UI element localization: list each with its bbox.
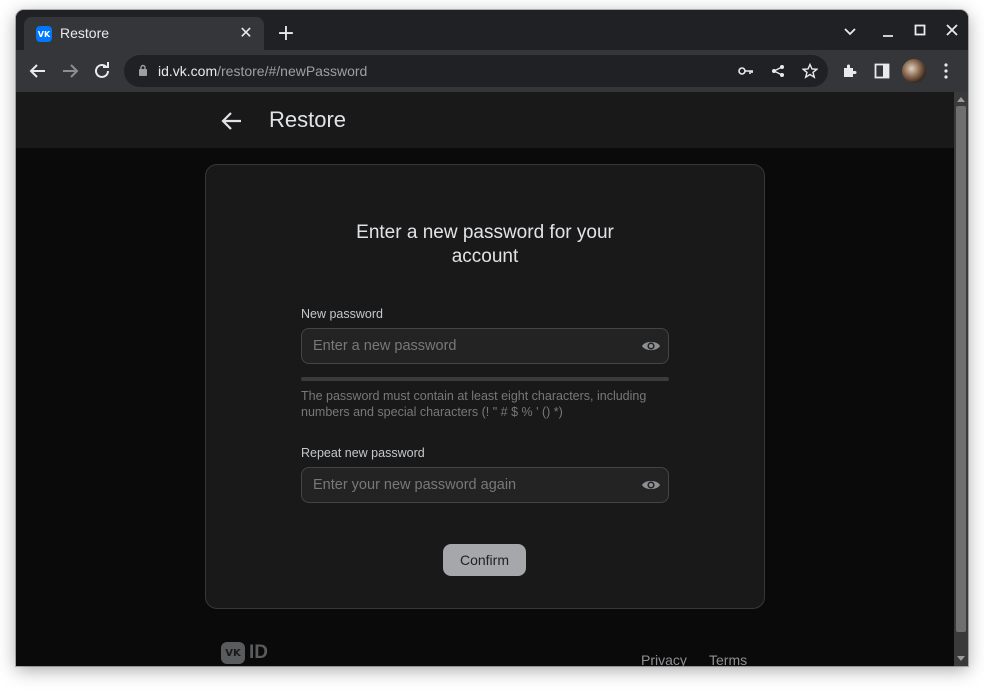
browser-toolbar: id.vk.com/restore/#/newPassword	[16, 50, 968, 92]
scroll-down-icon[interactable]	[957, 655, 965, 663]
repeat-password-label: Repeat new password	[301, 446, 425, 460]
lock-icon[interactable]	[138, 64, 148, 76]
vk-favicon-icon: VK	[36, 26, 52, 42]
maximize-icon[interactable]	[908, 20, 932, 44]
profile-avatar[interactable]	[902, 59, 926, 83]
close-icon[interactable]: ✕	[236, 23, 256, 43]
minimize-icon[interactable]	[876, 20, 900, 44]
page-content: Restore Enter a new password for your ac…	[16, 92, 954, 666]
share-icon[interactable]	[768, 61, 788, 81]
tab-search-chevron-down-icon[interactable]	[838, 20, 862, 44]
page-header: Restore	[16, 92, 954, 148]
vk-id-logo[interactable]: VK ID	[221, 641, 271, 665]
repeat-password-input[interactable]	[313, 468, 633, 502]
eye-icon[interactable]	[641, 337, 661, 355]
scroll-thumb[interactable]	[956, 106, 966, 632]
new-tab-button[interactable]: +	[274, 23, 298, 47]
page-scrollbar[interactable]	[954, 92, 968, 666]
browser-window: VK Restore ✕ + id.vk.com/restore/#/newPa…	[16, 10, 968, 666]
url-text[interactable]: id.vk.com/restore/#/newPassword	[158, 63, 367, 79]
tab-title: Restore	[60, 25, 110, 41]
scroll-up-icon[interactable]	[957, 95, 965, 103]
password-hint: The password must contain at least eight…	[301, 389, 647, 419]
address-bar[interactable]: id.vk.com/restore/#/newPassword	[124, 55, 828, 87]
form-heading: Enter a new password for your account	[356, 222, 614, 267]
repeat-password-field[interactable]	[301, 467, 669, 503]
star-icon[interactable]	[800, 61, 820, 81]
password-strength-bar	[301, 377, 669, 381]
restore-password-card: Enter a new password for your account Ne…	[205, 164, 765, 609]
key-icon[interactable]	[736, 61, 756, 81]
window-close-icon[interactable]	[940, 20, 964, 44]
new-password-input[interactable]	[313, 329, 633, 363]
vk-logo-icon: VK	[221, 642, 245, 664]
terms-link[interactable]: Terms	[709, 652, 747, 666]
confirm-button[interactable]: Confirm	[443, 544, 526, 576]
browser-tab[interactable]: VK Restore ✕	[24, 17, 264, 50]
puzzle-icon[interactable]	[838, 59, 862, 83]
reload-button[interactable]	[90, 59, 114, 83]
new-password-label: New password	[301, 307, 383, 321]
back-button[interactable]	[26, 59, 50, 83]
id-logo-text: ID	[249, 642, 268, 663]
forward-button[interactable]	[58, 59, 82, 83]
eye-icon[interactable]	[641, 476, 661, 494]
privacy-link[interactable]: Privacy	[641, 652, 687, 666]
kebab-menu-icon[interactable]	[934, 59, 958, 83]
side-panel-icon[interactable]	[870, 59, 894, 83]
arrow-left-icon[interactable]	[220, 109, 244, 133]
page-title: Restore	[269, 107, 347, 132]
new-password-field[interactable]	[301, 328, 669, 364]
